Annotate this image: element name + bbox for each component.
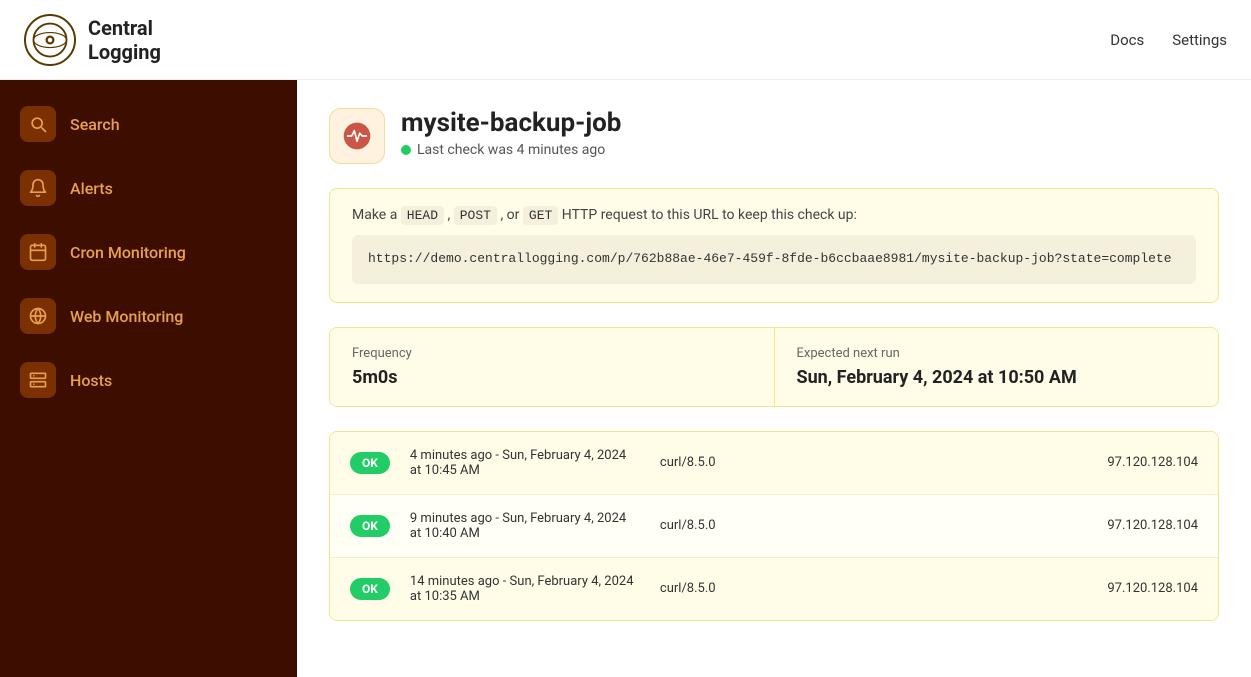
- docs-link[interactable]: Docs: [1110, 31, 1144, 49]
- method-head: HEAD: [401, 206, 444, 225]
- log-agent: curl/8.5.0: [660, 581, 760, 596]
- log-ip: 97.120.128.104: [1107, 518, 1198, 533]
- server-icon: [20, 362, 56, 398]
- sidebar-item-hosts-label: Hosts: [70, 371, 112, 390]
- log-agent: curl/8.5.0: [660, 455, 760, 470]
- page-subtitle-text: Last check was 4 minutes ago: [417, 142, 605, 158]
- log-time: 9 minutes ago - Sun, February 4, 2024 at…: [410, 511, 640, 541]
- page-header-icon: [329, 108, 385, 164]
- sidebar-item-alerts-label: Alerts: [70, 179, 113, 198]
- log-agent: curl/8.5.0: [660, 518, 760, 533]
- sidebar-item-hosts[interactable]: Hosts: [0, 348, 297, 412]
- log-ip: 97.120.128.104: [1107, 581, 1198, 596]
- settings-link[interactable]: Settings: [1172, 31, 1227, 49]
- globe-icon: [20, 298, 56, 334]
- ok-badge: OK: [350, 515, 390, 537]
- page-header: mysite-backup-job Last check was 4 minut…: [329, 108, 1219, 164]
- main-content: mysite-backup-job Last check was 4 minut…: [297, 80, 1251, 677]
- ok-badge: OK: [350, 578, 390, 600]
- main-layout: Search Alerts Cron Monitoring Web Monito…: [0, 80, 1251, 677]
- frequency-label: Frequency: [352, 346, 752, 361]
- method-post: POST: [454, 206, 497, 225]
- logo-text: Central Logging: [88, 16, 161, 64]
- next-run-card: Expected next run Sun, February 4, 2024 …: [774, 328, 1219, 406]
- info-box: Make a HEAD , POST , or GET HTTP request…: [329, 188, 1219, 303]
- sidebar-item-search[interactable]: Search: [0, 92, 297, 156]
- log-row: OK 4 minutes ago - Sun, February 4, 2024…: [330, 432, 1218, 495]
- next-run-value: Sun, February 4, 2024 at 10:50 AM: [797, 367, 1197, 388]
- sidebar-item-cron-label: Cron Monitoring: [70, 243, 186, 262]
- page-subtitle: Last check was 4 minutes ago: [401, 142, 621, 158]
- logo-icon: [24, 14, 76, 66]
- sidebar-item-web[interactable]: Web Monitoring: [0, 284, 297, 348]
- log-table: OK 4 minutes ago - Sun, February 4, 2024…: [329, 431, 1219, 621]
- log-time: 14 minutes ago - Sun, February 4, 2024 a…: [410, 574, 640, 604]
- method-get: GET: [523, 206, 558, 225]
- nav-links: Docs Settings: [1110, 31, 1227, 49]
- log-row: OK 9 minutes ago - Sun, February 4, 2024…: [330, 495, 1218, 558]
- sidebar-item-web-label: Web Monitoring: [70, 307, 183, 326]
- sidebar-item-cron[interactable]: Cron Monitoring: [0, 220, 297, 284]
- ok-badge: OK: [350, 452, 390, 474]
- info-box-url[interactable]: https://demo.centrallogging.com/p/762b88…: [352, 235, 1196, 284]
- logo[interactable]: Central Logging: [24, 14, 161, 66]
- calendar-icon: [20, 234, 56, 270]
- log-ip: 97.120.128.104: [1107, 455, 1198, 470]
- next-run-label: Expected next run: [797, 346, 1197, 361]
- page-title: mysite-backup-job: [401, 108, 621, 138]
- sidebar-item-search-label: Search: [70, 115, 120, 134]
- search-icon: [20, 106, 56, 142]
- logo-svg: [32, 22, 68, 58]
- frequency-card: Frequency 5m0s: [330, 328, 774, 406]
- frequency-value: 5m0s: [352, 367, 752, 388]
- sidebar: Search Alerts Cron Monitoring Web Monito…: [0, 80, 297, 677]
- sidebar-item-alerts[interactable]: Alerts: [0, 156, 297, 220]
- top-nav: Central Logging Docs Settings: [0, 0, 1251, 80]
- status-dot: [401, 145, 411, 155]
- bell-icon: [20, 170, 56, 206]
- stats-row: Frequency 5m0s Expected next run Sun, Fe…: [329, 327, 1219, 407]
- page-header-info: mysite-backup-job Last check was 4 minut…: [401, 108, 621, 158]
- log-time: 4 minutes ago - Sun, February 4, 2024 at…: [410, 448, 640, 478]
- log-row: OK 14 minutes ago - Sun, February 4, 202…: [330, 558, 1218, 620]
- heartbeat-icon: [341, 120, 373, 152]
- info-box-instruction: Make a HEAD , POST , or GET HTTP request…: [352, 207, 1196, 223]
